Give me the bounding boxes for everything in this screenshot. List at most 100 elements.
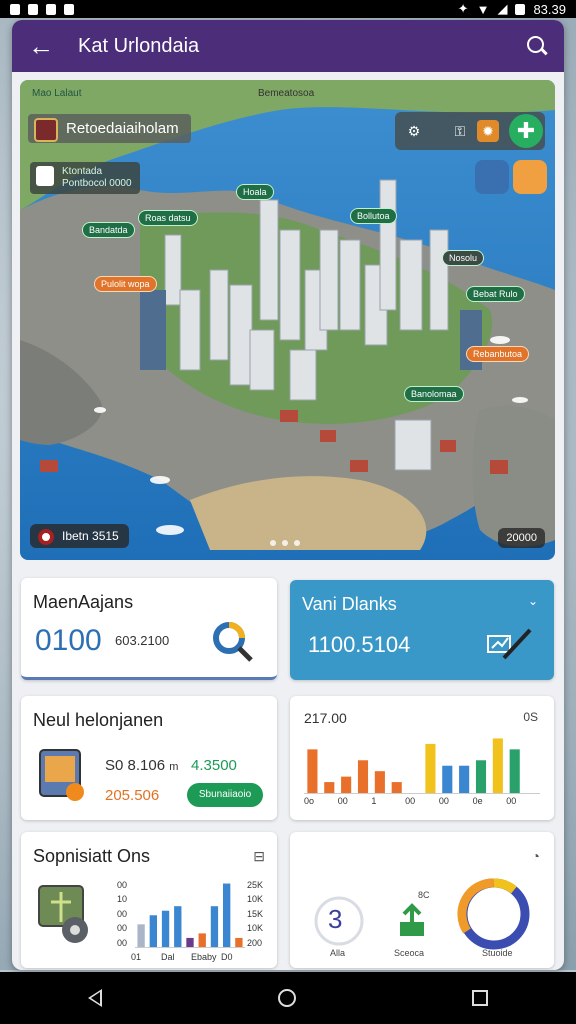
tick-label: 10K — [247, 923, 264, 934]
card-big-value: 0100 — [35, 624, 102, 657]
chart-bar — [509, 749, 520, 793]
search-icon[interactable] — [526, 35, 548, 57]
chart-bar — [475, 760, 487, 793]
chart-value-label: 217.00 — [304, 710, 347, 726]
card-title: Sopnisiatt Ons — [33, 846, 151, 866]
action-pill-button[interactable]: Sbunaiiaoio — [187, 783, 263, 807]
card-title: Vani Dlanks — [302, 594, 397, 614]
map-marker[interactable]: Bebat Rulo — [466, 286, 525, 302]
app-bar: ← Kat Urlondaia — [12, 20, 564, 72]
y-axis-right: 25K 10K 15K 10K 200 — [247, 880, 273, 952]
document-icon — [39, 749, 84, 801]
card-value: 1100.5104 — [308, 632, 411, 657]
map-top-center-label: Bemeatosoa — [258, 88, 315, 99]
back-nav-icon[interactable] — [88, 989, 102, 1007]
chart-bar — [374, 771, 385, 793]
chart-bar — [235, 937, 243, 947]
chart-x-labels: 0o 00 1 00 00 0e 00 — [304, 796, 540, 808]
map-marker[interactable]: Hoala — [236, 184, 274, 200]
stat-secondary: 205.506 — [105, 787, 160, 804]
card-small-value: 603.2100 — [115, 633, 170, 648]
tick-label: 200 — [247, 937, 263, 948]
settings-device-icon — [38, 885, 88, 943]
map-marker[interactable]: Pulolit wopa — [94, 276, 157, 292]
tick-label: Dal — [161, 952, 175, 962]
tick-label: D0 — [221, 952, 233, 962]
tick-label: 00 — [506, 796, 517, 806]
tick-label: 10K — [247, 894, 264, 905]
chart-bar — [492, 738, 503, 793]
map-marker[interactable]: Rebanbutoa — [466, 346, 530, 362]
tick-label: Ebaby — [191, 952, 217, 962]
back-arrow-icon[interactable]: ← — [28, 31, 58, 62]
tick-label: 10 — [117, 894, 128, 905]
progress-card[interactable]: ◔ 3 Alla 8C Sceoca Stuoide — [290, 832, 554, 968]
map-marker[interactable]: Nosolu — [442, 250, 485, 266]
balance-card[interactable]: Vani Dlanks ⌄ 1100.5104 — [290, 580, 554, 680]
bar-chart — [135, 883, 245, 948]
map-caption[interactable]: Ibetn 3515 — [30, 524, 129, 548]
chart-pen-icon — [487, 628, 532, 660]
timer-icon[interactable]: ◔ — [532, 848, 540, 864]
chart-bar — [442, 765, 453, 793]
chart-bar — [210, 906, 219, 947]
weather-button[interactable] — [513, 160, 547, 194]
map-title: Retoedaiaiholam — [28, 114, 191, 143]
system-nav-bar — [0, 972, 576, 1024]
badge-icon — [36, 166, 54, 186]
stat-change: 4.3500 — [191, 757, 237, 774]
summary-card[interactable]: MaenAajans 0100 603.2100 — [21, 578, 277, 680]
tick-label: 00 — [405, 796, 416, 806]
chart-bar — [174, 906, 182, 947]
expand-icon[interactable]: ⊟ — [253, 848, 265, 865]
chart-bar — [324, 782, 335, 793]
bar-chart-card[interactable]: 217.00 0S 0o 00 1 00 00 0e 00 — [290, 696, 554, 820]
mid-label: Sceoca — [394, 948, 425, 958]
map-marker[interactable]: Banolomaa — [404, 386, 464, 402]
magnifier-chart-icon — [213, 622, 253, 662]
carousel-dots[interactable] — [270, 540, 300, 546]
tick-label: 0o — [304, 796, 315, 806]
tick-label: 00 — [117, 880, 128, 890]
map-subtitle: Ktontada Pontbocol 0000 — [30, 162, 140, 194]
tick-label: 1 — [371, 796, 377, 806]
tick-label: 25K — [247, 880, 264, 890]
gear-icon[interactable]: ⚙ — [403, 120, 425, 142]
statistics-card[interactable]: Sopnisiatt Ons ⊟ 00 10 00 00 00 25K 10K 15K 10K… — [21, 832, 277, 968]
chart-bar — [149, 915, 157, 947]
donut-chart — [457, 878, 530, 950]
map-marker[interactable]: Roas datsu — [138, 210, 198, 226]
map-top-left-label: Mao Lalaut — [32, 88, 82, 99]
chart-bar — [341, 776, 352, 793]
tick-label: 01 — [131, 952, 142, 962]
lock-icon[interactable]: ⚿ — [449, 120, 471, 142]
tick-label: 00 — [117, 937, 128, 948]
chart-bar — [357, 760, 369, 793]
chart-bar — [425, 743, 436, 793]
map-icon[interactable]: ✹ — [477, 120, 499, 142]
tick-label: 00 — [438, 796, 449, 806]
add-button[interactable]: ✚ — [509, 114, 543, 148]
map-toolbar: ⚙ ⚿ ✹ ✚ — [395, 112, 545, 150]
mid-top-label: 8C — [418, 890, 430, 900]
chart-bar — [198, 933, 206, 947]
chart-bar — [161, 910, 170, 947]
details-card[interactable]: Neul helonjanen S0 8.106 m 4.3500 205.50… — [21, 696, 277, 820]
status-bar: ✦ ▼ ◢ 83.39 — [0, 0, 576, 18]
plant-icon — [400, 903, 424, 936]
count-label: Alla — [330, 948, 346, 958]
layers-button[interactable] — [475, 160, 509, 194]
app-window: ← Kat Urlondaia Mao Lalaut Bemeatosoa Re… — [12, 20, 564, 970]
y-axis-left: 00 10 00 00 00 — [117, 880, 133, 952]
city-map[interactable]: Mao Lalaut Bemeatosoa Retoedaiaiholam Kt… — [20, 80, 555, 560]
tick-label: 0e — [472, 796, 483, 806]
chevron-down-icon[interactable]: ⌄ — [528, 594, 538, 608]
home-nav-icon[interactable] — [278, 989, 296, 1007]
chart-percent-label: 0S — [523, 710, 538, 724]
chart-bar — [459, 765, 470, 793]
map-marker[interactable]: Bollutoa — [350, 208, 397, 224]
map-marker[interactable]: Bandatda — [82, 222, 135, 238]
recents-nav-icon[interactable] — [472, 990, 488, 1006]
clock: 83.39 — [533, 1, 566, 17]
count-value: 3 — [328, 904, 343, 934]
